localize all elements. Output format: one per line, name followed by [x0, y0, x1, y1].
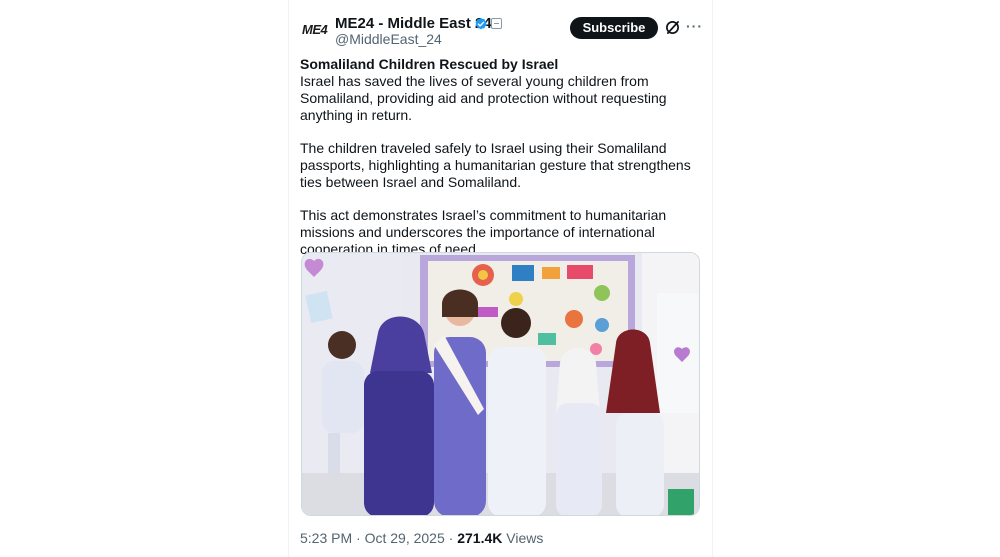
views-count[interactable]: 271.4K [457, 530, 502, 546]
tweet-date[interactable]: Oct 29, 2025 [365, 530, 445, 546]
grok-icon[interactable] [665, 20, 680, 35]
meta-separator: · [448, 530, 454, 546]
meta-separator: · [356, 530, 361, 546]
account-logo[interactable]: ME4 [302, 20, 328, 40]
account-handle[interactable]: @MiddleEast_24 [335, 31, 442, 47]
more-options-icon[interactable]: ··· [686, 18, 703, 34]
tweet-text: Somaliland Children Rescued by Israel Is… [300, 56, 705, 274]
tweet-headline: Somaliland Children Rescued by Israel [300, 56, 559, 72]
affiliate-badge-icon[interactable] [491, 18, 502, 29]
tweet-paragraph-1: Israel has saved the lives of several yo… [300, 73, 667, 123]
tweet-paragraph-2: The children traveled safely to Israel u… [300, 140, 691, 190]
subscribe-button[interactable]: Subscribe [570, 17, 658, 39]
tweet-paragraph-3: This act demonstrates Israel’s commitmen… [300, 207, 667, 257]
photo-illustration [302, 253, 699, 515]
tweet-time[interactable]: 5:23 PM [300, 530, 352, 546]
tweet-meta: 5:23 PM · Oct 29, 2025 · 271.4K Views [300, 530, 543, 546]
tweet-photo[interactable] [301, 252, 700, 516]
views-label: Views [506, 530, 544, 546]
verified-badge-icon[interactable] [474, 17, 488, 31]
